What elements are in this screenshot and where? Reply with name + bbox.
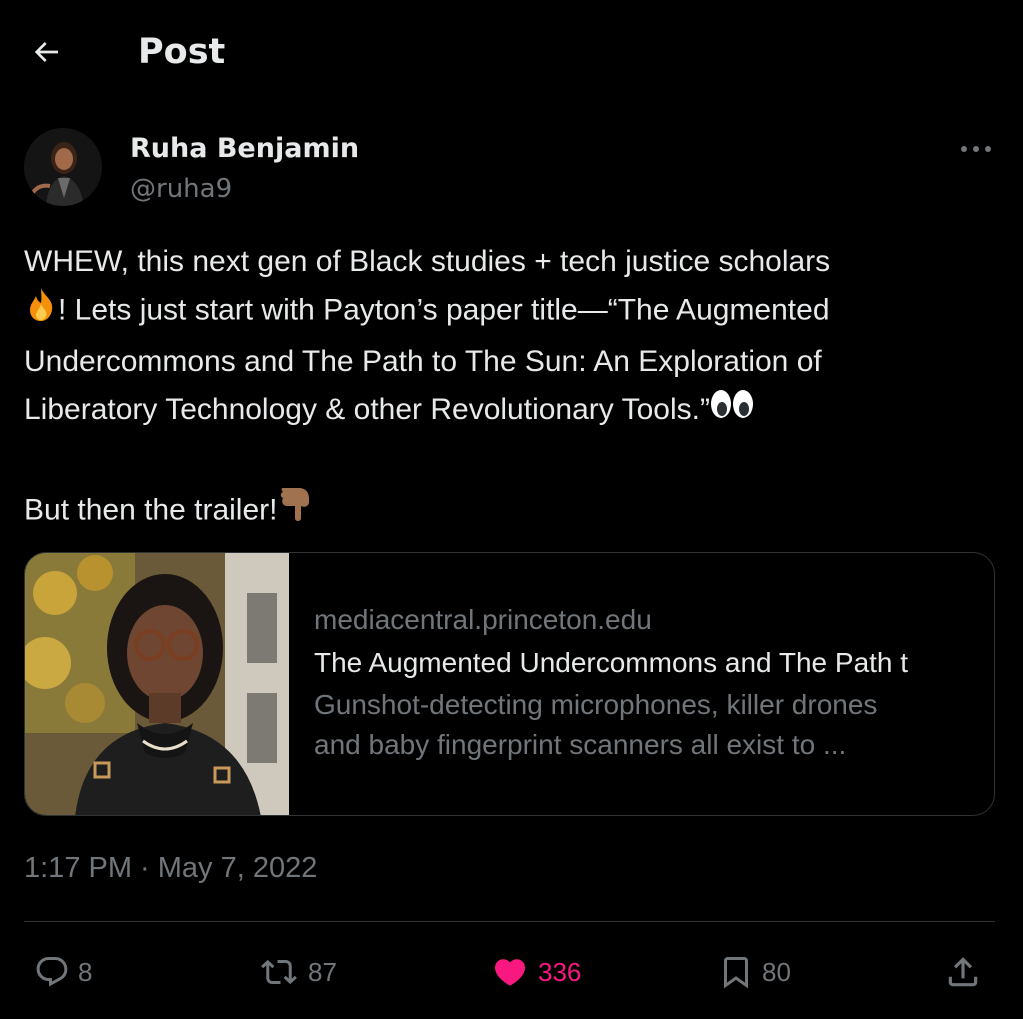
card-body: mediacentral.princeton.edu The Augmented… — [314, 599, 974, 765]
tweet-text: WHEW, this next gen of Black studies + t… — [24, 238, 1004, 539]
bookmark-icon — [724, 957, 748, 989]
action-bar: 8 87 336 80 — [0, 940, 1023, 1004]
divider — [24, 921, 995, 922]
repost-icon — [261, 959, 297, 985]
tweet-line: Undercommons and The Path to The Sun: An… — [24, 344, 822, 378]
share-button[interactable] — [944, 946, 982, 998]
more-options-button[interactable] — [956, 134, 996, 164]
bookmark-count: 80 — [762, 956, 791, 987]
tweet-line: Liberatory Technology & other Revolution… — [24, 386, 1004, 435]
tweet-line: WHEW, this next gen of Black studies + t… — [24, 245, 831, 278]
like-button[interactable]: 336 — [490, 946, 581, 998]
user-handle[interactable]: @ruha9 — [130, 172, 232, 206]
heart-icon — [494, 959, 526, 986]
avatar[interactable] — [24, 128, 102, 206]
bookmark-button[interactable]: 80 — [718, 946, 791, 998]
reply-button[interactable]: 8 — [34, 946, 92, 998]
reply-count: 8 — [78, 956, 93, 987]
back-button[interactable] — [22, 28, 70, 76]
fire-emoji — [24, 286, 58, 337]
more-icon — [961, 146, 991, 152]
author-row: Ruha Benjamin @ruha9 — [24, 128, 999, 218]
like-count: 336 — [538, 956, 582, 987]
display-name[interactable]: Ruha Benjamin — [130, 132, 359, 166]
tweet-line: ! Lets just start with Payton’s paper ti… — [24, 286, 1004, 337]
card-title: The Augmented Undercommons and The Path … — [314, 647, 909, 678]
card-thumbnail — [25, 553, 289, 815]
card-description: Gunshot-detecting microphones, killer dr… — [314, 689, 878, 760]
pointing-down-emoji — [277, 484, 313, 539]
tweet-line: But then the trailer! — [24, 484, 1004, 539]
top-bar: Post — [0, 0, 1023, 104]
eyes-emoji — [710, 387, 754, 435]
arrow-left-icon — [34, 42, 58, 62]
share-icon — [948, 957, 978, 987]
link-preview-card[interactable]: mediacentral.princeton.edu The Augmented… — [24, 552, 995, 816]
page-title: Post — [138, 32, 226, 72]
repost-button[interactable]: 87 — [258, 946, 337, 998]
repost-count: 87 — [308, 956, 337, 987]
reply-icon — [36, 957, 68, 987]
card-domain: mediacentral.princeton.edu — [314, 604, 652, 635]
post-timestamp[interactable]: 1:17 PM · May 7, 2022 — [24, 848, 317, 888]
